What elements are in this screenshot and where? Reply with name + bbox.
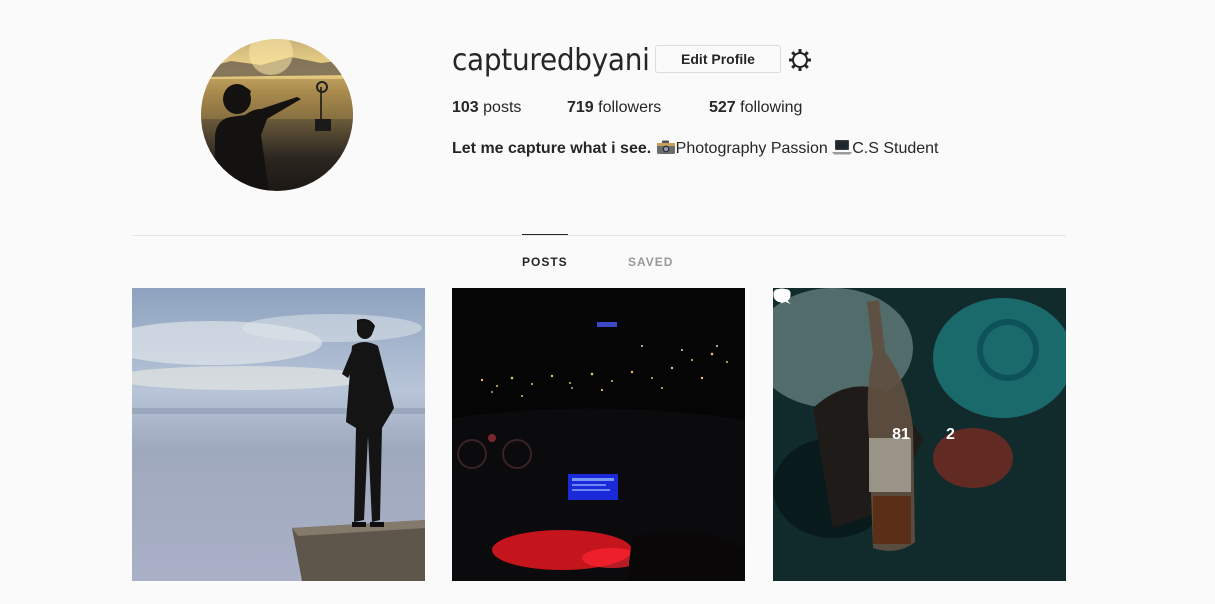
post-thumbnail[interactable] xyxy=(132,288,425,581)
tab-posts[interactable]: POSTS xyxy=(522,234,568,269)
avatar[interactable] xyxy=(201,39,353,191)
posts-label: posts xyxy=(483,99,522,116)
username: capturedbyani xyxy=(452,43,650,78)
avatar-photo xyxy=(201,39,353,191)
following-number: 527 xyxy=(709,99,736,116)
profile-bio: Let me capture what i see. Photography P… xyxy=(452,139,938,161)
post-thumbnail[interactable]: 81 2 xyxy=(773,288,1066,581)
bio-name: Let me capture what i see. xyxy=(452,140,652,157)
comments-count: 2 xyxy=(945,425,955,443)
post-thumbnail[interactable] xyxy=(452,288,745,581)
bio-line-student: C.S Student xyxy=(852,140,939,157)
post-hover-overlay: 81 2 xyxy=(773,288,1066,581)
bio-line-photography: Photography Passion xyxy=(675,140,828,157)
camera-emoji-icon xyxy=(656,139,676,161)
posts-count: 103 posts xyxy=(452,98,521,118)
likes-stat: 81 xyxy=(773,289,910,444)
following-link[interactable]: 527 following xyxy=(709,98,802,118)
comments-stat: 2 xyxy=(773,288,955,444)
gear-icon[interactable] xyxy=(787,47,813,73)
followers-link[interactable]: 719 followers xyxy=(567,98,661,118)
post-image xyxy=(452,288,745,581)
followers-label: followers xyxy=(598,99,662,116)
laptop-emoji-icon xyxy=(832,139,853,161)
profile-page: capturedbyani Edit Profile 103 posts 719… xyxy=(0,0,1215,604)
post-image xyxy=(132,288,425,581)
followers-number: 719 xyxy=(567,99,594,116)
likes-count: 81 xyxy=(892,425,910,443)
posts-number: 103 xyxy=(452,99,479,116)
following-label: following xyxy=(740,99,803,116)
edit-profile-button[interactable]: Edit Profile xyxy=(655,45,781,73)
tab-saved[interactable]: SAVED xyxy=(628,255,673,269)
tabs-divider xyxy=(132,235,1066,236)
